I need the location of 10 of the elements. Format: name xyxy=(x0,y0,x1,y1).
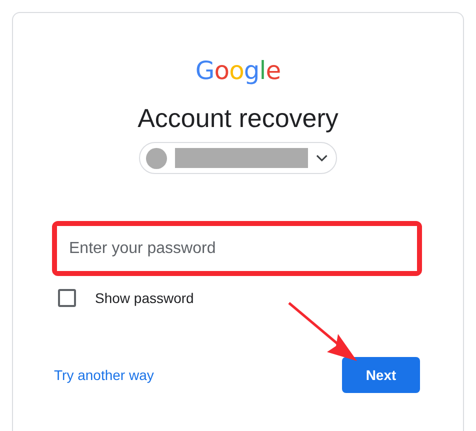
password-field[interactable]: Enter your password xyxy=(52,221,422,276)
checkbox-label: Show password xyxy=(95,290,194,306)
arrow-annotation xyxy=(287,301,359,363)
next-button[interactable]: Next xyxy=(342,357,420,393)
google-logo: Google xyxy=(195,56,281,86)
page-title: Account recovery xyxy=(138,102,338,134)
chevron-down-icon xyxy=(316,154,328,162)
show-password-checkbox[interactable] xyxy=(58,289,76,307)
try-another-way-link[interactable]: Try another way xyxy=(54,367,154,383)
avatar-icon xyxy=(146,148,166,168)
